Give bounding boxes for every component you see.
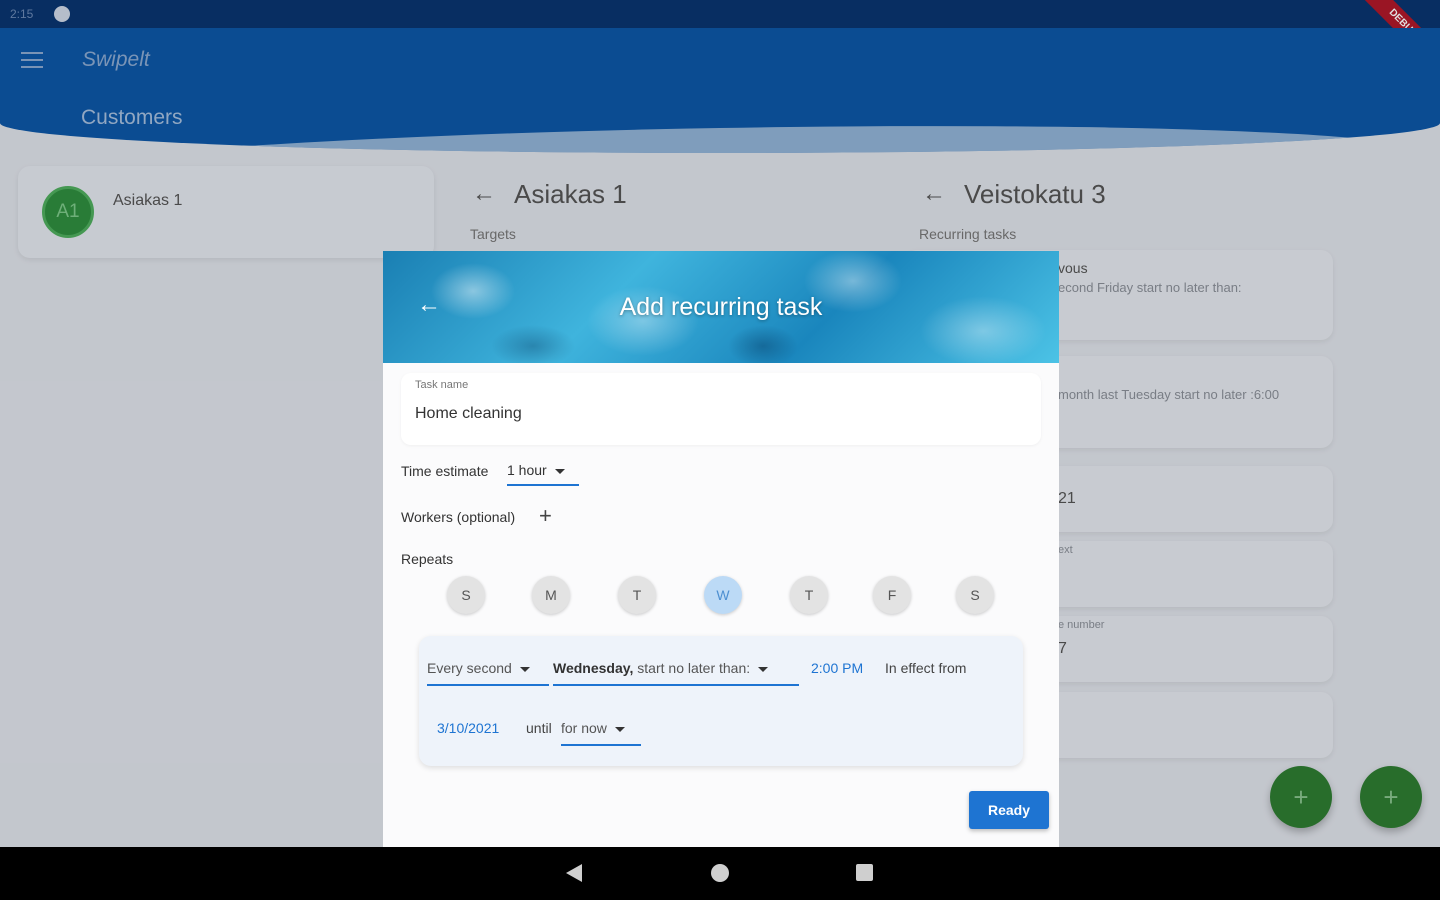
time-estimate-dropdown[interactable]: 1 hour xyxy=(507,462,579,486)
day-chip-friday[interactable]: F xyxy=(873,576,911,614)
system-nav-bar xyxy=(0,847,1440,900)
time-estimate-label: Time estimate xyxy=(401,463,489,479)
start-date-link[interactable]: 3/10/2021 xyxy=(437,720,499,736)
until-dropdown[interactable]: for now xyxy=(561,720,641,746)
dropdown-caret-icon xyxy=(614,726,625,732)
nav-recents-icon[interactable] xyxy=(856,864,873,881)
effect-from-label: In effect from xyxy=(885,660,967,676)
time-estimate-value: 1 hour xyxy=(507,462,547,478)
day-chip-saturday[interactable]: S xyxy=(956,576,994,614)
dialog-title: Add recurring task xyxy=(619,293,823,321)
task-name-label: Task name xyxy=(415,379,469,391)
ready-button[interactable]: Ready xyxy=(969,791,1049,829)
add-worker-icon[interactable]: + xyxy=(539,505,552,527)
weekday-dropdown[interactable]: Wednesday, start no later than: xyxy=(553,660,799,686)
until-label: until xyxy=(526,720,552,736)
workers-label: Workers (optional) xyxy=(401,509,516,525)
add-recurring-task-dialog: ← Add recurring task Task name Home clea… xyxy=(383,251,1059,847)
day-chip-sunday[interactable]: S xyxy=(447,576,485,614)
frequency-dropdown[interactable]: Every second xyxy=(427,660,549,686)
dropdown-caret-icon xyxy=(554,468,565,474)
frequency-value: Every second xyxy=(427,660,512,676)
day-chip-tuesday[interactable]: T xyxy=(618,576,656,614)
dropdown-caret-icon xyxy=(758,666,769,672)
start-constraint-text: start no later than: xyxy=(637,660,751,676)
nav-home-icon[interactable] xyxy=(711,864,729,882)
until-value: for now xyxy=(561,720,607,736)
repeat-rule-card: Every second Wednesday, start no later t… xyxy=(419,636,1023,766)
day-chip-monday[interactable]: M xyxy=(532,576,570,614)
day-chip-wednesday[interactable]: W xyxy=(704,576,742,614)
task-name-field[interactable]: Task name Home cleaning xyxy=(401,373,1041,445)
weekday-value: Wednesday, xyxy=(553,660,634,676)
task-name-input[interactable]: Home cleaning xyxy=(415,405,522,423)
dropdown-caret-icon xyxy=(519,666,530,672)
day-chip-thursday[interactable]: T xyxy=(790,576,828,614)
start-time-link[interactable]: 2:00 PM xyxy=(811,660,863,676)
dialog-header-image: ← Add recurring task xyxy=(383,251,1059,363)
repeats-label: Repeats xyxy=(401,551,454,567)
nav-back-icon[interactable] xyxy=(566,864,582,882)
